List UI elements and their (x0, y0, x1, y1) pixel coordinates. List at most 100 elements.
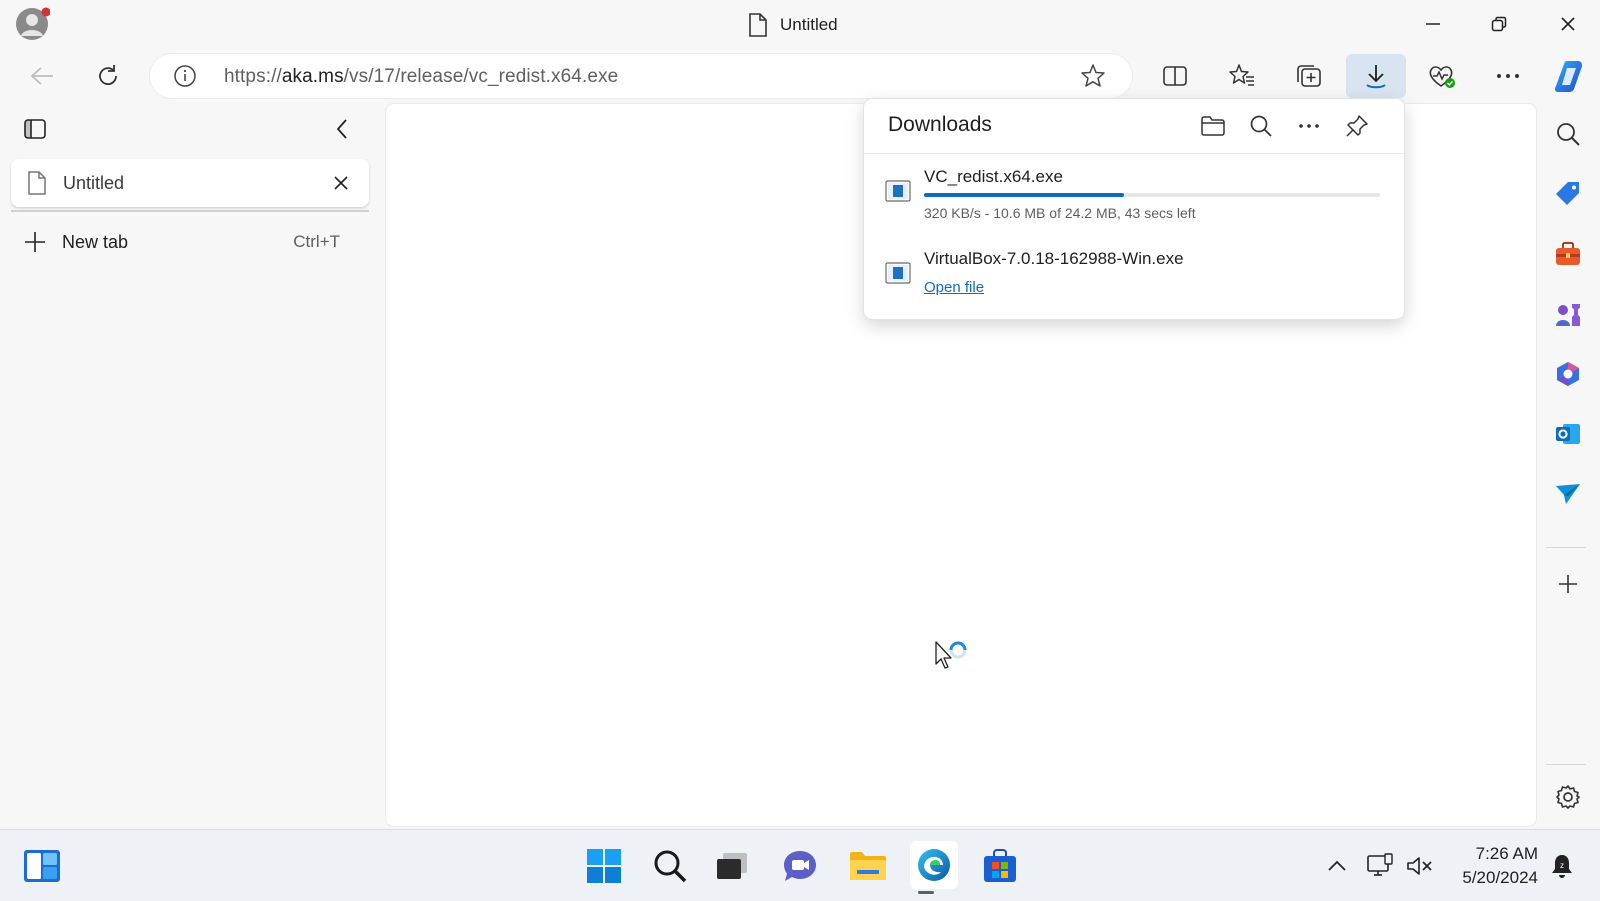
tools-icon (1554, 241, 1582, 267)
close-window-button[interactable] (1545, 8, 1591, 40)
browser-essentials-button[interactable] (1422, 56, 1462, 96)
clock-date[interactable]: 5/20/2024 (1448, 868, 1538, 888)
clock-time[interactable]: 7:26 AM (1468, 844, 1538, 864)
restore-button[interactable] (1476, 8, 1522, 40)
busy-cursor-icon (934, 640, 974, 682)
downloads-more-button[interactable] (1292, 109, 1326, 143)
collapse-pane-button[interactable] (327, 114, 357, 144)
minimize-button[interactable] (1410, 8, 1456, 40)
url-prefix: https:// (224, 66, 282, 87)
profile-avatar[interactable] (14, 6, 50, 42)
add-favorite-button[interactable] (1078, 61, 1108, 91)
back-icon (29, 65, 55, 87)
store-icon (982, 848, 1018, 884)
new-tab-label: New tab (62, 232, 129, 252)
downloads-icon (1363, 62, 1389, 90)
sidebar-games-button[interactable] (1550, 296, 1586, 332)
pin-icon (1345, 114, 1369, 138)
outlook-icon (1554, 420, 1582, 448)
close-icon (1560, 16, 1576, 32)
widgets-button[interactable] (20, 844, 64, 888)
microsoft-store-button[interactable] (978, 844, 1022, 888)
active-app-indicator (918, 891, 934, 894)
download-status: 320 KB/s - 10.6 MB of 24.2 MB, 43 secs l… (924, 205, 1196, 221)
volume-button[interactable] (1400, 844, 1440, 888)
edge-icon (916, 847, 952, 883)
games-icon (1554, 300, 1582, 328)
download-file-name[interactable]: VC_redist.x64.exe (924, 167, 1063, 187)
volume-muted-icon (1406, 854, 1434, 878)
task-view-button[interactable] (710, 844, 754, 888)
url-host: aka.ms (281, 66, 344, 87)
search-downloads-button[interactable] (1244, 109, 1278, 143)
installer-file-icon (880, 173, 916, 209)
favorites-button[interactable] (1222, 56, 1262, 96)
search-icon (1555, 121, 1581, 147)
minimize-icon (1425, 16, 1441, 32)
open-downloads-folder-button[interactable] (1196, 109, 1230, 143)
sidebar-tools-button[interactable] (1550, 236, 1586, 272)
widgets-icon (23, 849, 61, 883)
navigation-bar: https://aka.ms/vs/17/release/vc_redist.x… (0, 50, 1600, 102)
search-icon (1249, 114, 1273, 138)
edge-taskbar-button[interactable] (910, 841, 958, 889)
favorite-star-icon (1080, 63, 1106, 89)
refresh-button[interactable] (88, 56, 128, 96)
tab-actions-icon (23, 117, 47, 141)
downloads-button[interactable] (1346, 54, 1406, 98)
sidebar-search-button[interactable] (1550, 116, 1586, 152)
browser-essentials-icon (1427, 62, 1457, 90)
folder-icon (849, 850, 887, 882)
copilot-button[interactable] (1550, 56, 1590, 96)
more-options-button[interactable] (1488, 56, 1528, 96)
new-tab-button[interactable]: New tab Ctrl+T (20, 227, 340, 257)
download-progress-fill (924, 193, 1124, 197)
sidebar-add-button[interactable] (1550, 566, 1586, 602)
favorites-icon (1228, 63, 1256, 89)
sidebar-outlook-button[interactable] (1550, 416, 1586, 452)
info-icon (173, 64, 197, 88)
collections-icon (1295, 63, 1323, 89)
pin-downloads-button[interactable] (1340, 109, 1374, 143)
site-info-button[interactable] (172, 63, 198, 89)
teams-chat-button[interactable] (778, 844, 822, 888)
back-button[interactable] (22, 56, 62, 96)
downloads-panel: Downloads VC_redist.x64.exe 320 KB/s - 1… (864, 99, 1404, 319)
tab-untitled[interactable]: Untitled (11, 159, 369, 207)
sidebar-microsoft365-button[interactable] (1550, 356, 1586, 392)
sidebar-settings-button[interactable] (1550, 779, 1586, 815)
url-text[interactable]: https://aka.ms/vs/17/release/vc_redist.x… (224, 66, 618, 88)
title-bar: Untitled (0, 0, 1600, 50)
right-sidebar (1536, 104, 1600, 826)
show-hidden-icons-button[interactable] (1320, 844, 1354, 888)
open-file-link[interactable]: Open file (924, 279, 984, 296)
collections-button[interactable] (1289, 56, 1329, 96)
tab-actions-button[interactable] (20, 114, 50, 144)
split-screen-button[interactable] (1155, 56, 1195, 96)
file-explorer-button[interactable] (846, 844, 890, 888)
download-file-name[interactable]: VirtualBox-7.0.18-162988-Win.exe (924, 249, 1184, 269)
split-screen-icon (1162, 64, 1188, 88)
plus-icon (24, 231, 46, 253)
sidebar-send-button[interactable] (1550, 476, 1586, 512)
notifications-button[interactable]: z (1542, 844, 1582, 888)
address-bar[interactable]: https://aka.ms/vs/17/release/vc_redist.x… (150, 54, 1132, 98)
tab-label: Untitled (63, 173, 125, 193)
download-item[interactable]: VC_redist.x64.exe 320 KB/s - 10.6 MB of … (864, 155, 1404, 233)
more-icon (1496, 73, 1520, 79)
close-tab-button[interactable] (329, 171, 353, 195)
close-icon (334, 176, 348, 190)
download-item[interactable]: VirtualBox-7.0.18-162988-Win.exe (864, 237, 1404, 315)
start-button[interactable] (582, 844, 626, 888)
chevron-up-icon (1327, 860, 1347, 872)
network-icon (1366, 853, 1394, 879)
network-button[interactable] (1360, 844, 1400, 888)
restore-icon (1491, 16, 1507, 32)
sidebar-shopping-button[interactable] (1550, 176, 1586, 212)
taskbar-search-button[interactable] (648, 844, 692, 888)
notification-bell-icon: z (1549, 852, 1575, 880)
add-icon (1557, 573, 1579, 595)
sidebar-divider (1546, 547, 1586, 548)
task-view-icon (715, 851, 749, 881)
sidebar-divider-bottom (1546, 764, 1586, 765)
